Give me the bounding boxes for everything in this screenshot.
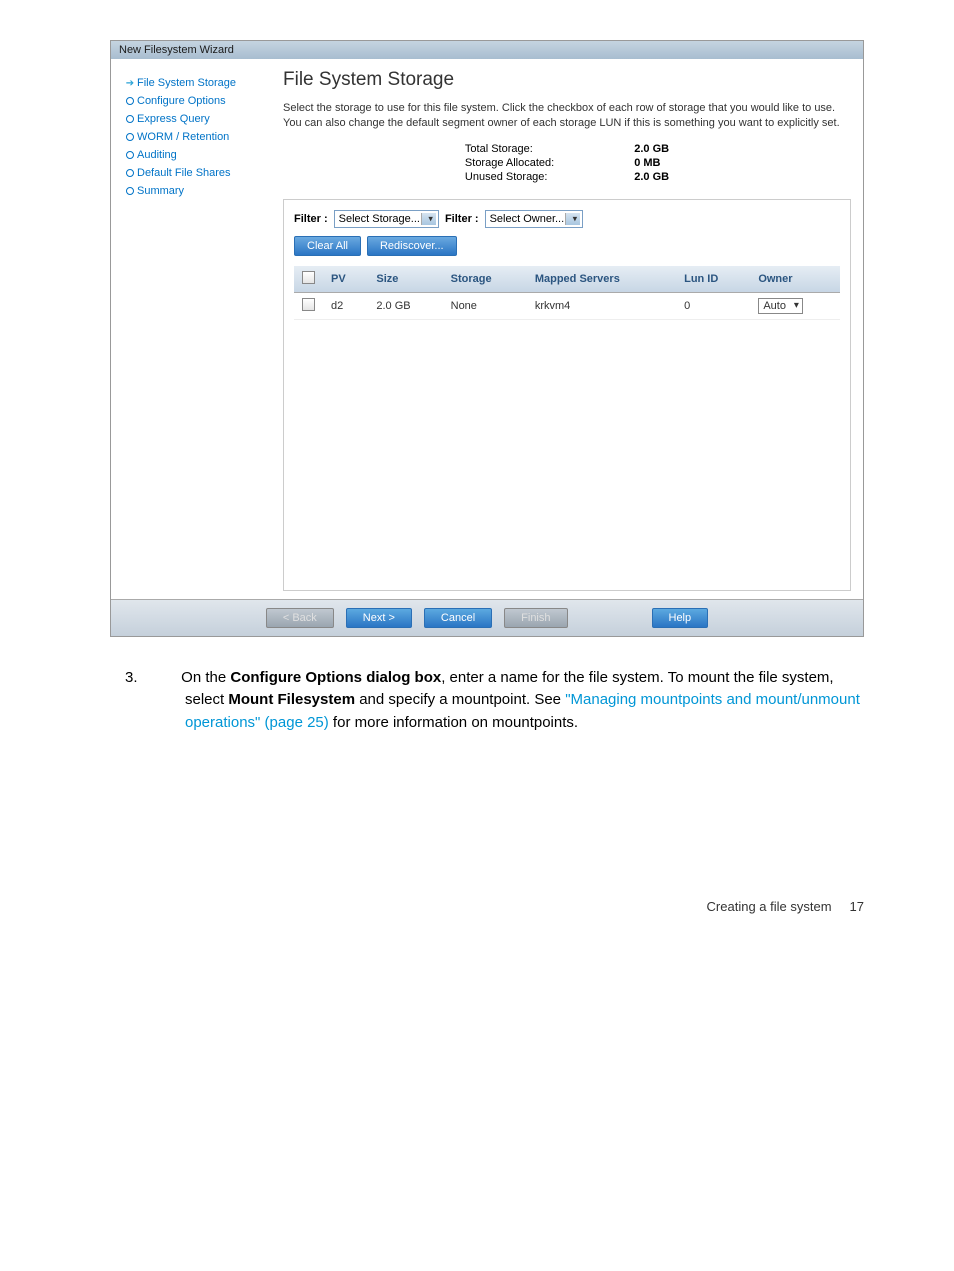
sidebar-item-default-file-shares[interactable]: Default File Shares (123, 164, 283, 182)
sidebar-item-label: Summary (137, 185, 184, 197)
sidebar-item-file-system-storage[interactable]: ➔ File System Storage (123, 74, 283, 92)
page-number: 17 (850, 899, 864, 914)
arrow-icon: ➔ (123, 78, 137, 89)
header-pv: PV (323, 266, 368, 293)
rediscover-button[interactable]: Rediscover... (367, 236, 457, 256)
cell-pv: d2 (323, 292, 368, 319)
unused-storage-value: 2.0 GB (634, 170, 669, 184)
header-mapped: Mapped Servers (527, 266, 676, 293)
sidebar-item-express-query[interactable]: Express Query (123, 110, 283, 128)
header-owner: Owner (750, 266, 840, 293)
storage-stats: Total Storage: Storage Allocated: Unused… (283, 142, 851, 184)
wizard-dialog: New Filesystem Wizard ➔ File System Stor… (110, 40, 864, 637)
chevron-down-icon: ▾ (573, 213, 578, 224)
unused-storage-label: Unused Storage: (465, 170, 554, 184)
next-button[interactable]: Next > (346, 608, 412, 628)
table-empty-space (294, 320, 840, 580)
total-storage-label: Total Storage: (465, 142, 554, 156)
filter-owner-label: Filter : (445, 213, 479, 225)
bold-text: Configure Options dialog box (230, 669, 441, 686)
wizard-main: File System Storage Select the storage t… (283, 69, 851, 591)
cell-owner: Auto (750, 292, 840, 319)
chevron-down-icon: ▾ (428, 213, 433, 224)
page-title: File System Storage (283, 69, 851, 91)
table-row[interactable]: d2 2.0 GB None krkvm4 0 Auto (294, 292, 840, 319)
sidebar-item-auditing[interactable]: Auditing (123, 146, 283, 164)
total-storage-value: 2.0 GB (634, 142, 669, 156)
circle-icon (123, 187, 137, 195)
storage-allocated-value: 0 MB (634, 156, 669, 170)
finish-button: Finish (504, 608, 567, 628)
filter-owner-select[interactable]: Select Owner... ▾ (485, 210, 584, 228)
sidebar-item-configure-options[interactable]: Configure Options (123, 92, 283, 110)
circle-icon (123, 169, 137, 177)
sidebar-item-label: Configure Options (137, 95, 226, 107)
page-footer-text: Creating a file system (707, 899, 832, 914)
step-number: 3. (155, 667, 177, 690)
help-button[interactable]: Help (652, 608, 709, 628)
cell-size: 2.0 GB (368, 292, 442, 319)
back-button: < Back (266, 608, 334, 628)
page-description: Select the storage to use for this file … (283, 101, 851, 132)
wizard-footer: < Back Next > Cancel Finish Help (111, 599, 863, 636)
sidebar-item-label: Auditing (137, 149, 177, 161)
circle-icon (123, 115, 137, 123)
clear-all-button[interactable]: Clear All (294, 236, 361, 256)
sidebar-item-label: Default File Shares (137, 167, 231, 179)
storage-table-panel: Filter : Select Storage... ▾ Filter : Se… (283, 199, 851, 591)
cell-mapped: krkvm4 (527, 292, 676, 319)
sidebar-item-label: File System Storage (137, 77, 236, 89)
owner-select[interactable]: Auto (758, 298, 803, 314)
filter-storage-label: Filter : (294, 213, 328, 225)
header-storage: Storage (443, 266, 527, 293)
sidebar-item-worm-retention[interactable]: WORM / Retention (123, 128, 283, 146)
cell-lun: 0 (676, 292, 750, 319)
storage-allocated-label: Storage Allocated: (465, 156, 554, 170)
header-lun: Lun ID (676, 266, 750, 293)
header-size: Size (368, 266, 442, 293)
page-footer: Creating a file system 17 (0, 734, 954, 914)
circle-icon (123, 133, 137, 141)
storage-table: PV Size Storage Mapped Servers Lun ID Ow… (294, 266, 840, 320)
wizard-sidebar: ➔ File System Storage Configure Options … (123, 69, 283, 591)
filter-storage-select[interactable]: Select Storage... ▾ (334, 210, 439, 228)
sidebar-item-label: Express Query (137, 113, 210, 125)
bold-text: Mount Filesystem (228, 691, 355, 708)
circle-icon (123, 151, 137, 159)
sidebar-item-summary[interactable]: Summary (123, 182, 283, 200)
cancel-button[interactable]: Cancel (424, 608, 492, 628)
header-checkbox[interactable] (294, 266, 323, 293)
sidebar-item-label: WORM / Retention (137, 131, 229, 143)
cell-storage: None (443, 292, 527, 319)
doc-step-3: 3. On the Configure Options dialog box, … (155, 667, 864, 735)
row-checkbox[interactable] (302, 298, 315, 311)
wizard-title-bar: New Filesystem Wizard (111, 41, 863, 59)
circle-icon (123, 97, 137, 105)
